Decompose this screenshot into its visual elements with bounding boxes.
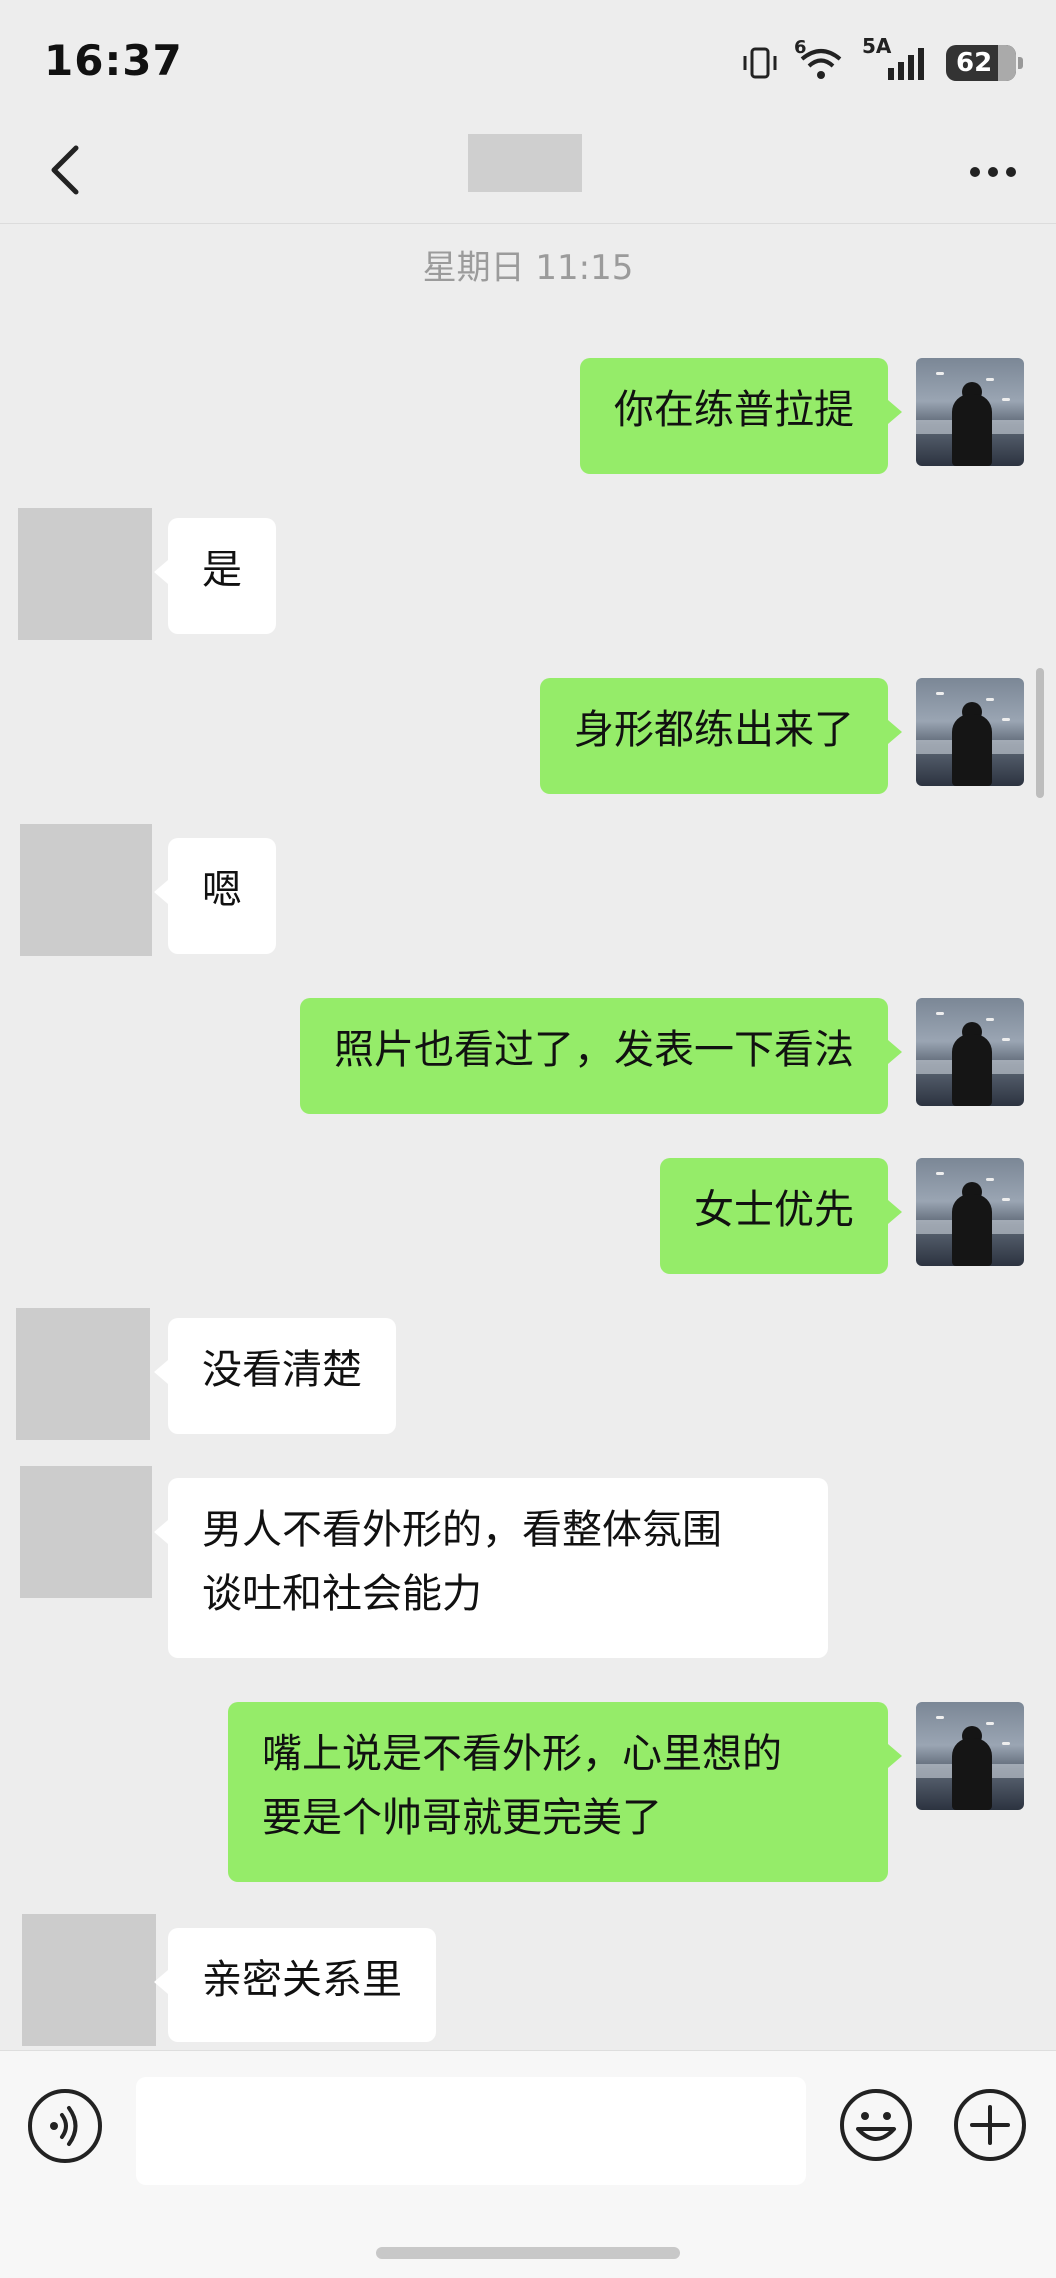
contact-avatar[interactable] [16, 1308, 150, 1440]
cell-signal-icon: 5A [862, 34, 932, 84]
message-bubble-outgoing[interactable]: 女士优先 [660, 1158, 902, 1274]
chat-header [0, 120, 1056, 224]
message-bubble-incoming[interactable]: 是 [154, 518, 276, 634]
emoji-icon[interactable] [838, 2087, 914, 2163]
chat-timestamp: 星期日 11:15 [422, 248, 634, 288]
contact-name-redacted [468, 134, 582, 192]
plus-icon[interactable] [952, 2087, 1028, 2163]
message-input[interactable] [136, 2077, 806, 2185]
back-icon[interactable] [38, 140, 98, 200]
contact-avatar[interactable] [22, 1914, 156, 2046]
scroll-indicator[interactable] [1036, 668, 1044, 798]
self-avatar[interactable] [916, 678, 1024, 786]
wifi-icon: 6 [794, 37, 848, 83]
message-bubble-incoming[interactable]: 没看清楚 [154, 1318, 396, 1434]
message-bubble-outgoing[interactable]: 身形都练出来了 [540, 678, 902, 794]
message-bubble-incoming[interactable]: 嗯 [154, 838, 276, 954]
status-icons: 6 5A 62 [740, 34, 1023, 86]
message-bubble-outgoing[interactable]: 嘴上说是不看外形，心里想的 要是个帅哥就更完美了 [228, 1702, 902, 1882]
message-bubble-outgoing[interactable]: 照片也看过了，发表一下看法 [300, 998, 902, 1114]
self-avatar[interactable] [916, 1702, 1024, 1810]
more-icon[interactable] [958, 142, 1028, 202]
input-bar [0, 2050, 1056, 2278]
status-time: 16:37 [44, 36, 183, 85]
contact-avatar[interactable] [20, 824, 152, 956]
status-bar: 16:37 6 5A 62 [0, 0, 1056, 120]
contact-avatar[interactable] [18, 508, 152, 640]
battery-icon: 62 [946, 45, 1023, 81]
vibrate-icon [743, 47, 777, 79]
home-indicator[interactable] [376, 2247, 680, 2259]
contact-avatar[interactable] [20, 1466, 152, 1598]
battery-level: 62 [956, 48, 993, 78]
wifi-badge: 6 [794, 37, 807, 58]
self-avatar[interactable] [916, 358, 1024, 466]
voice-button[interactable] [28, 2089, 102, 2163]
network-label: 5A [862, 34, 892, 58]
message-bubble-outgoing[interactable]: 你在练普拉提 [580, 358, 902, 474]
message-bubble-incoming[interactable]: 男人不看外形的，看整体氛围 谈吐和社会能力 [154, 1478, 828, 1658]
self-avatar[interactable] [916, 998, 1024, 1106]
voice-icon [50, 2106, 78, 2146]
message-bubble-incoming[interactable]: 亲密关系里 [154, 1928, 436, 2042]
self-avatar[interactable] [916, 1158, 1024, 1266]
